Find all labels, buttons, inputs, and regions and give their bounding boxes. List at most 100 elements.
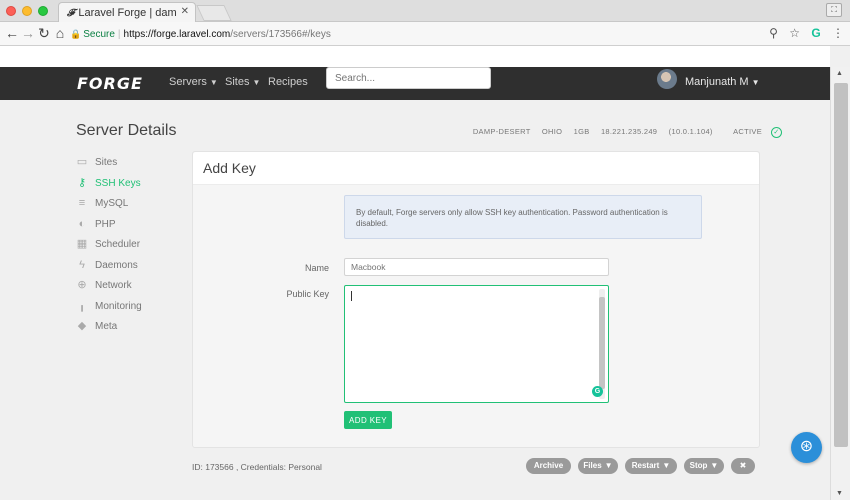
page-top-strip xyxy=(0,46,830,67)
sidebar-item-scheduler[interactable]: ▦ Scheduler xyxy=(76,237,176,258)
sidebar-item-sites[interactable]: ▭ Sites xyxy=(76,155,176,176)
textarea-scrollbar[interactable] xyxy=(599,289,605,399)
panel-title: Add Key xyxy=(203,160,256,176)
name-label: Name xyxy=(304,263,329,273)
nav-recipes-link[interactable]: Recipes xyxy=(268,76,308,88)
key-name-field[interactable] xyxy=(344,258,609,276)
help-lifebuoy-button[interactable]: ⊛ xyxy=(791,432,822,463)
page-scrollbar[interactable]: ▲ ▼ xyxy=(830,67,850,500)
sidebar-item-label: Sites xyxy=(95,157,118,168)
grammarly-extension-icon[interactable]: G xyxy=(811,26,820,40)
restart-label: Restart xyxy=(631,461,660,470)
sidebar-item-mysql[interactable]: ≡ MySQL xyxy=(76,196,176,217)
server-name: DAMP-DESERT xyxy=(472,127,531,137)
sidebar-item-ssh-keys[interactable]: ⚷ SSH Keys xyxy=(76,176,176,197)
sidebar-item-label: PHP xyxy=(95,218,116,230)
browser-tab[interactable]: 𝓕 Laravel Forge | dam ✕ xyxy=(58,2,196,22)
bolt-icon: ϟ xyxy=(79,258,85,271)
url-field[interactable]: 🔒 Secure | https://forge.laravel.com/server… xyxy=(70,25,331,44)
address-bar-actions: ⚲ ☆ G ⋮ xyxy=(761,26,844,40)
sidebar-item-php[interactable]: ◐ PHP xyxy=(76,217,176,238)
server-ip: 18.221.235.249 xyxy=(600,127,658,137)
browser-window-icon: ▭ xyxy=(76,156,88,168)
reload-icon[interactable]: ↻ xyxy=(36,25,52,42)
sidebar-item-daemons[interactable]: ϟ Daemons xyxy=(76,258,176,279)
scroll-down-arrow-icon[interactable]: ▼ xyxy=(836,490,843,497)
forward-icon[interactable]: → xyxy=(20,25,36,41)
sidebar-item-network[interactable]: ⊕ Network xyxy=(76,278,176,299)
check-circle-icon: ✓ xyxy=(771,127,782,138)
avatar[interactable] xyxy=(657,69,677,89)
restart-menu-button[interactable]: Restart ▼ xyxy=(625,458,677,474)
files-menu-button[interactable]: Files ▼ xyxy=(578,458,618,474)
scroll-up-arrow-icon[interactable]: ▲ xyxy=(836,70,843,77)
tab-close-icon[interactable]: ✕ xyxy=(181,6,189,17)
grammarly-icon[interactable]: G xyxy=(592,386,603,397)
forge-favicon-icon: 𝓕 xyxy=(67,8,75,19)
sidebar-item-monitoring[interactable]: ╻ Monitoring xyxy=(76,299,176,320)
sidebar-item-label: Meta xyxy=(95,321,118,332)
url-host: https://forge.laravel.com xyxy=(123,29,231,40)
sidebar-item-label: SSH Keys xyxy=(95,177,141,189)
back-icon[interactable]: ← xyxy=(4,25,20,41)
page-title: Server Details xyxy=(76,122,177,139)
delete-server-button[interactable]: ✖ xyxy=(731,458,755,474)
scrollbar-thumb[interactable] xyxy=(834,83,848,447)
sidebar-item-label: Monitoring xyxy=(95,300,142,312)
home-icon[interactable]: ⌂ xyxy=(52,25,68,41)
forge-logo[interactable]: FORGE xyxy=(77,74,143,93)
public-key-label: Public Key xyxy=(286,289,329,299)
server-region: OHIO xyxy=(541,127,563,137)
php-icon: ◐ xyxy=(78,217,86,230)
nav-servers-label: Servers xyxy=(169,76,207,88)
profile-icon[interactable]: ⛶ xyxy=(826,3,842,17)
search-input[interactable] xyxy=(326,67,491,89)
nav-sites-menu[interactable]: Sites ▼ xyxy=(225,76,260,88)
stop-menu-button[interactable]: Stop ▼ xyxy=(684,458,724,474)
lifebuoy-icon: ⊛ xyxy=(799,438,814,455)
database-icon: ≡ xyxy=(78,197,86,209)
calendar-icon: ▦ xyxy=(76,238,88,250)
url-path: /servers/173566#/keys xyxy=(230,29,331,40)
add-key-button[interactable]: ADD KEY xyxy=(344,411,392,429)
bar-chart-icon: ╻ xyxy=(78,299,86,312)
server-id-credentials: ID: 173566 , Credentials: Personal xyxy=(192,462,322,472)
secure-label: Secure xyxy=(83,29,115,40)
info-alert: By default, Forge servers only allow SSH… xyxy=(344,195,702,239)
lock-icon: 🔒 xyxy=(70,29,82,39)
user-menu[interactable]: Manjunath M ▼ xyxy=(685,76,760,88)
status-badge: ACTIVE ✓ xyxy=(724,127,782,138)
bookmark-star-icon[interactable]: ☆ xyxy=(789,26,800,40)
sidebar-item-label: Daemons xyxy=(95,259,138,271)
forge-navbar: FORGE Servers▼ Sites▼ Recipes Manjunath … xyxy=(0,67,830,100)
server-meta: DAMP-DESERT OHIO 1GB 18.221.235.249 (10.… xyxy=(464,127,782,138)
server-size: 1GB xyxy=(573,127,590,137)
globe-icon: ⊕ xyxy=(77,279,87,291)
zoom-icon[interactable]: ⚲ xyxy=(769,26,778,40)
panel-header: Add Key xyxy=(193,152,759,185)
chevron-down-icon: ▼ xyxy=(209,78,218,87)
public-key-textarea[interactable]: G xyxy=(344,285,609,403)
chevron-down-icon: ▼ xyxy=(710,461,719,470)
close-window-button[interactable] xyxy=(6,6,16,16)
archive-button[interactable]: Archive xyxy=(526,458,571,474)
server-private-ip: (10.0.1.104) xyxy=(668,127,713,137)
user-name: Manjunath M xyxy=(685,76,749,88)
browser-menu-icon[interactable]: ⋮ xyxy=(832,26,844,40)
tab-title: Laravel Forge | dam xyxy=(78,7,177,19)
browser-tab-strip: 𝓕 Laravel Forge | dam ✕ ⛶ xyxy=(0,0,850,22)
maximize-window-button[interactable] xyxy=(38,6,48,16)
key-icon: ⚷ xyxy=(77,176,87,189)
sidebar-item-label: MySQL xyxy=(95,198,129,209)
text-cursor xyxy=(351,291,352,301)
status-label: ACTIVE xyxy=(733,127,762,137)
new-tab-button[interactable] xyxy=(196,5,232,21)
sidebar-item-label: Network xyxy=(95,280,132,291)
sidebar-item-meta[interactable]: ◆ Meta xyxy=(76,319,176,340)
textarea-scrollbar-thumb[interactable] xyxy=(599,297,605,389)
minimize-window-button[interactable] xyxy=(22,6,32,16)
address-bar: ← → ↻ ⌂ 🔒 Secure | https://forge.laravel.co… xyxy=(0,22,850,46)
chevron-down-icon: ▼ xyxy=(751,78,760,87)
nav-servers-menu[interactable]: Servers ▼ xyxy=(169,76,218,88)
tag-icon: ◆ xyxy=(77,320,87,332)
